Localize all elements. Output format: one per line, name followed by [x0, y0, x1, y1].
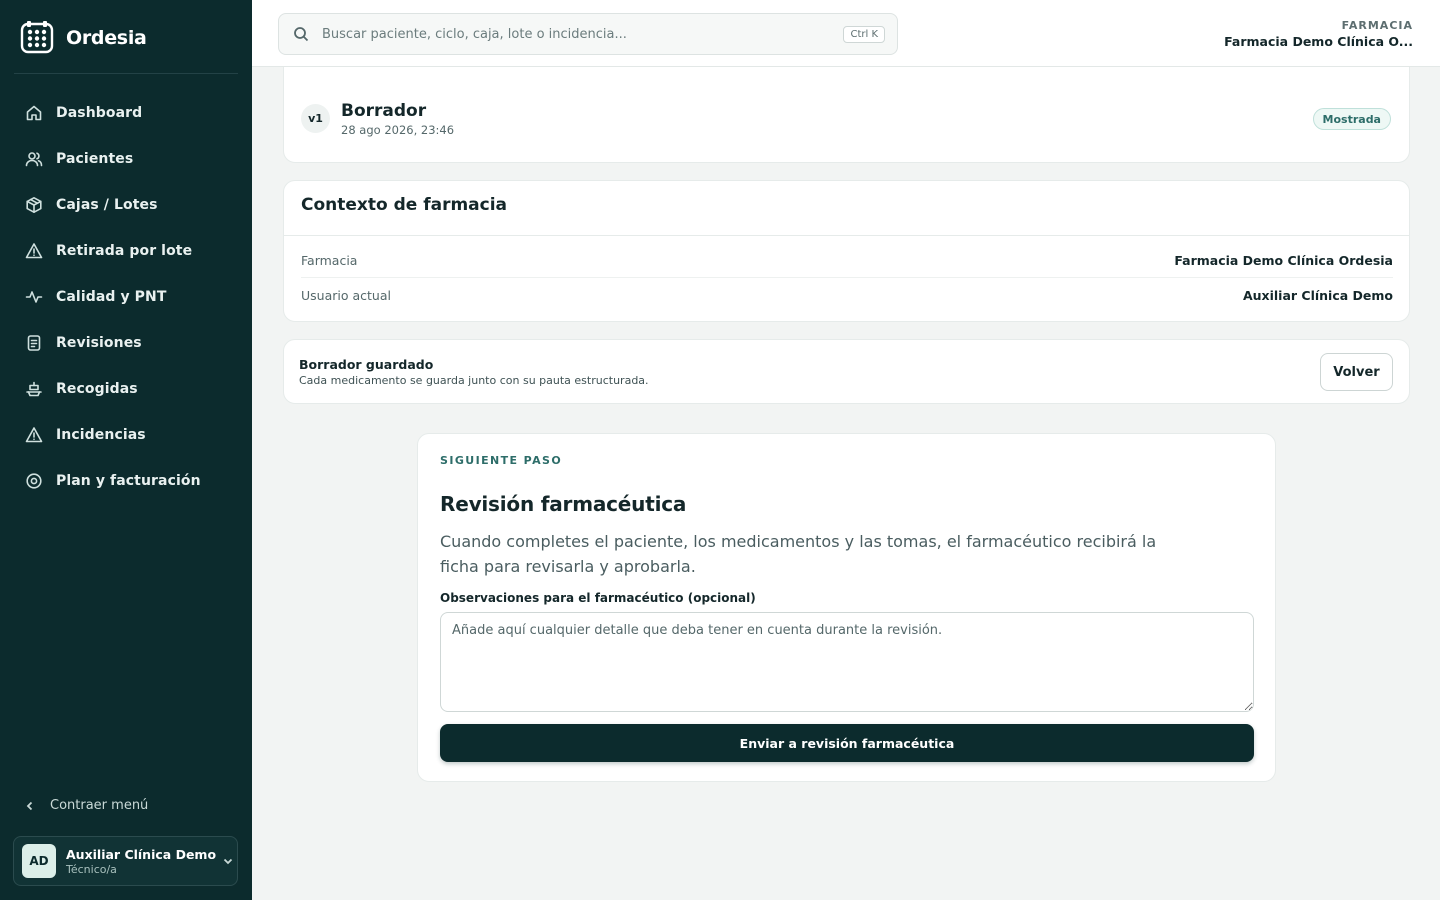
- avatar: AD: [22, 844, 56, 878]
- next-step-card: SIGUIENTE PASO Revisión farmacéutica Cua…: [417, 433, 1276, 782]
- pickup-icon: [24, 379, 44, 399]
- divider: [284, 235, 1409, 236]
- context-row: Usuario actual Auxiliar Clínica Demo: [301, 278, 1393, 313]
- next-step-description: Cuando completes el paciente, los medica…: [440, 532, 1157, 576]
- saved-subtitle: Cada medicamento se guarda junto con su …: [299, 374, 649, 387]
- submit-review-button[interactable]: Enviar a revisión farmacéutica: [440, 724, 1254, 762]
- keyboard-shortcut-badge: Ctrl K: [843, 26, 885, 43]
- sidebar-nav: Dashboard Pacientes Cajas / Lotes Retira…: [14, 90, 238, 504]
- brand[interactable]: Ordesia: [20, 20, 147, 56]
- sidebar-item-label: Dashboard: [56, 105, 143, 121]
- sidebar: Ordesia Dashboard Pacientes Cajas / Lote…: [0, 0, 252, 900]
- users-icon: [24, 149, 44, 169]
- activity-icon: [24, 287, 44, 307]
- context-row-label: Usuario actual: [301, 288, 391, 303]
- pharmacy-name: Farmacia Demo Clínica O...: [1224, 34, 1413, 49]
- sidebar-item-label: Pacientes: [56, 151, 134, 167]
- pharmacy-selector[interactable]: FARMACIA Farmacia Demo Clínica O...: [1224, 19, 1413, 49]
- context-row-value: Farmacia Demo Clínica Ordesia: [1174, 252, 1393, 268]
- sidebar-item-calidad-pnt[interactable]: Calidad y PNT: [14, 274, 238, 320]
- context-row: Farmacia Farmacia Demo Clínica Ordesia: [301, 243, 1393, 278]
- home-icon: [24, 103, 44, 123]
- sidebar-item-label: Retirada por lote: [56, 243, 193, 259]
- sidebar-item-label: Calidad y PNT: [56, 289, 167, 305]
- sidebar-item-label: Recogidas: [56, 381, 138, 397]
- sidebar-item-dashboard[interactable]: Dashboard: [14, 90, 238, 136]
- settings-icon: [24, 471, 44, 491]
- observations-label: Observaciones para el farmacéutico (opci…: [440, 591, 756, 605]
- clipboard-icon: [24, 333, 44, 353]
- topbar: Ctrl K FARMACIA Farmacia Demo Clínica O.…: [252, 0, 1440, 67]
- sidebar-item-recogidas[interactable]: Recogidas: [14, 366, 238, 412]
- collapse-menu-button[interactable]: Contraer menú: [24, 798, 148, 813]
- brand-name: Ordesia: [66, 27, 147, 49]
- chevron-left-icon: [26, 801, 33, 810]
- context-row-value: Auxiliar Clínica Demo: [1242, 288, 1393, 303]
- sidebar-divider: [14, 73, 238, 74]
- sidebar-item-retirada-por-lote[interactable]: Retirada por lote: [14, 228, 238, 274]
- next-step-eyebrow: SIGUIENTE PASO: [440, 454, 563, 467]
- context-row-label: Farmacia: [301, 252, 358, 268]
- user-menu[interactable]: AD Auxiliar Clínica Demo Técnico/a: [13, 836, 238, 886]
- next-step-title: Revisión farmacéutica: [440, 492, 687, 516]
- sidebar-item-label: Plan y facturación: [56, 473, 201, 489]
- sidebar-item-pacientes[interactable]: Pacientes: [14, 136, 238, 182]
- saved-title: Borrador guardado: [299, 357, 434, 372]
- warning-icon: [24, 241, 44, 261]
- version-title: Borrador: [341, 101, 427, 121]
- user-name: Auxiliar Clínica Demo: [66, 846, 217, 862]
- ordesia-logo-icon: [20, 21, 54, 54]
- draft-saved-banner: Borrador guardado Cada medicamento se gu…: [283, 339, 1410, 404]
- context-title: Contexto de farmacia: [301, 195, 508, 215]
- pharmacy-context-card: Contexto de farmacia Farmacia Farmacia D…: [283, 180, 1410, 322]
- user-role: Técnico/a: [66, 862, 117, 876]
- chevron-down-icon: [222, 852, 234, 871]
- sidebar-item-incidencias[interactable]: Incidencias: [14, 412, 238, 458]
- version-date: 28 ago 2026, 23:46: [341, 123, 455, 137]
- sidebar-item-label: Revisiones: [56, 335, 142, 351]
- search-box[interactable]: Ctrl K: [278, 13, 898, 55]
- version-badge: v1: [301, 104, 330, 133]
- sidebar-item-plan-facturacion[interactable]: Plan y facturación: [14, 458, 238, 504]
- observations-textarea[interactable]: [440, 612, 1254, 712]
- status-badge: Mostrada: [1312, 108, 1391, 130]
- collapse-menu-label: Contraer menú: [50, 798, 149, 813]
- search-input[interactable]: [322, 26, 822, 42]
- warning-icon: [24, 425, 44, 445]
- box-icon: [24, 195, 44, 215]
- back-button[interactable]: Volver: [1320, 353, 1393, 391]
- sidebar-item-label: Cajas / Lotes: [56, 197, 158, 213]
- pharmacy-eyebrow: FARMACIA: [1341, 19, 1413, 32]
- sidebar-item-label: Incidencias: [56, 427, 146, 443]
- sidebar-item-revisiones[interactable]: Revisiones: [14, 320, 238, 366]
- user-info: Auxiliar Clínica Demo Técnico/a: [66, 846, 217, 876]
- sidebar-item-cajas-lotes[interactable]: Cajas / Lotes: [14, 182, 238, 228]
- search-icon: [294, 27, 309, 42]
